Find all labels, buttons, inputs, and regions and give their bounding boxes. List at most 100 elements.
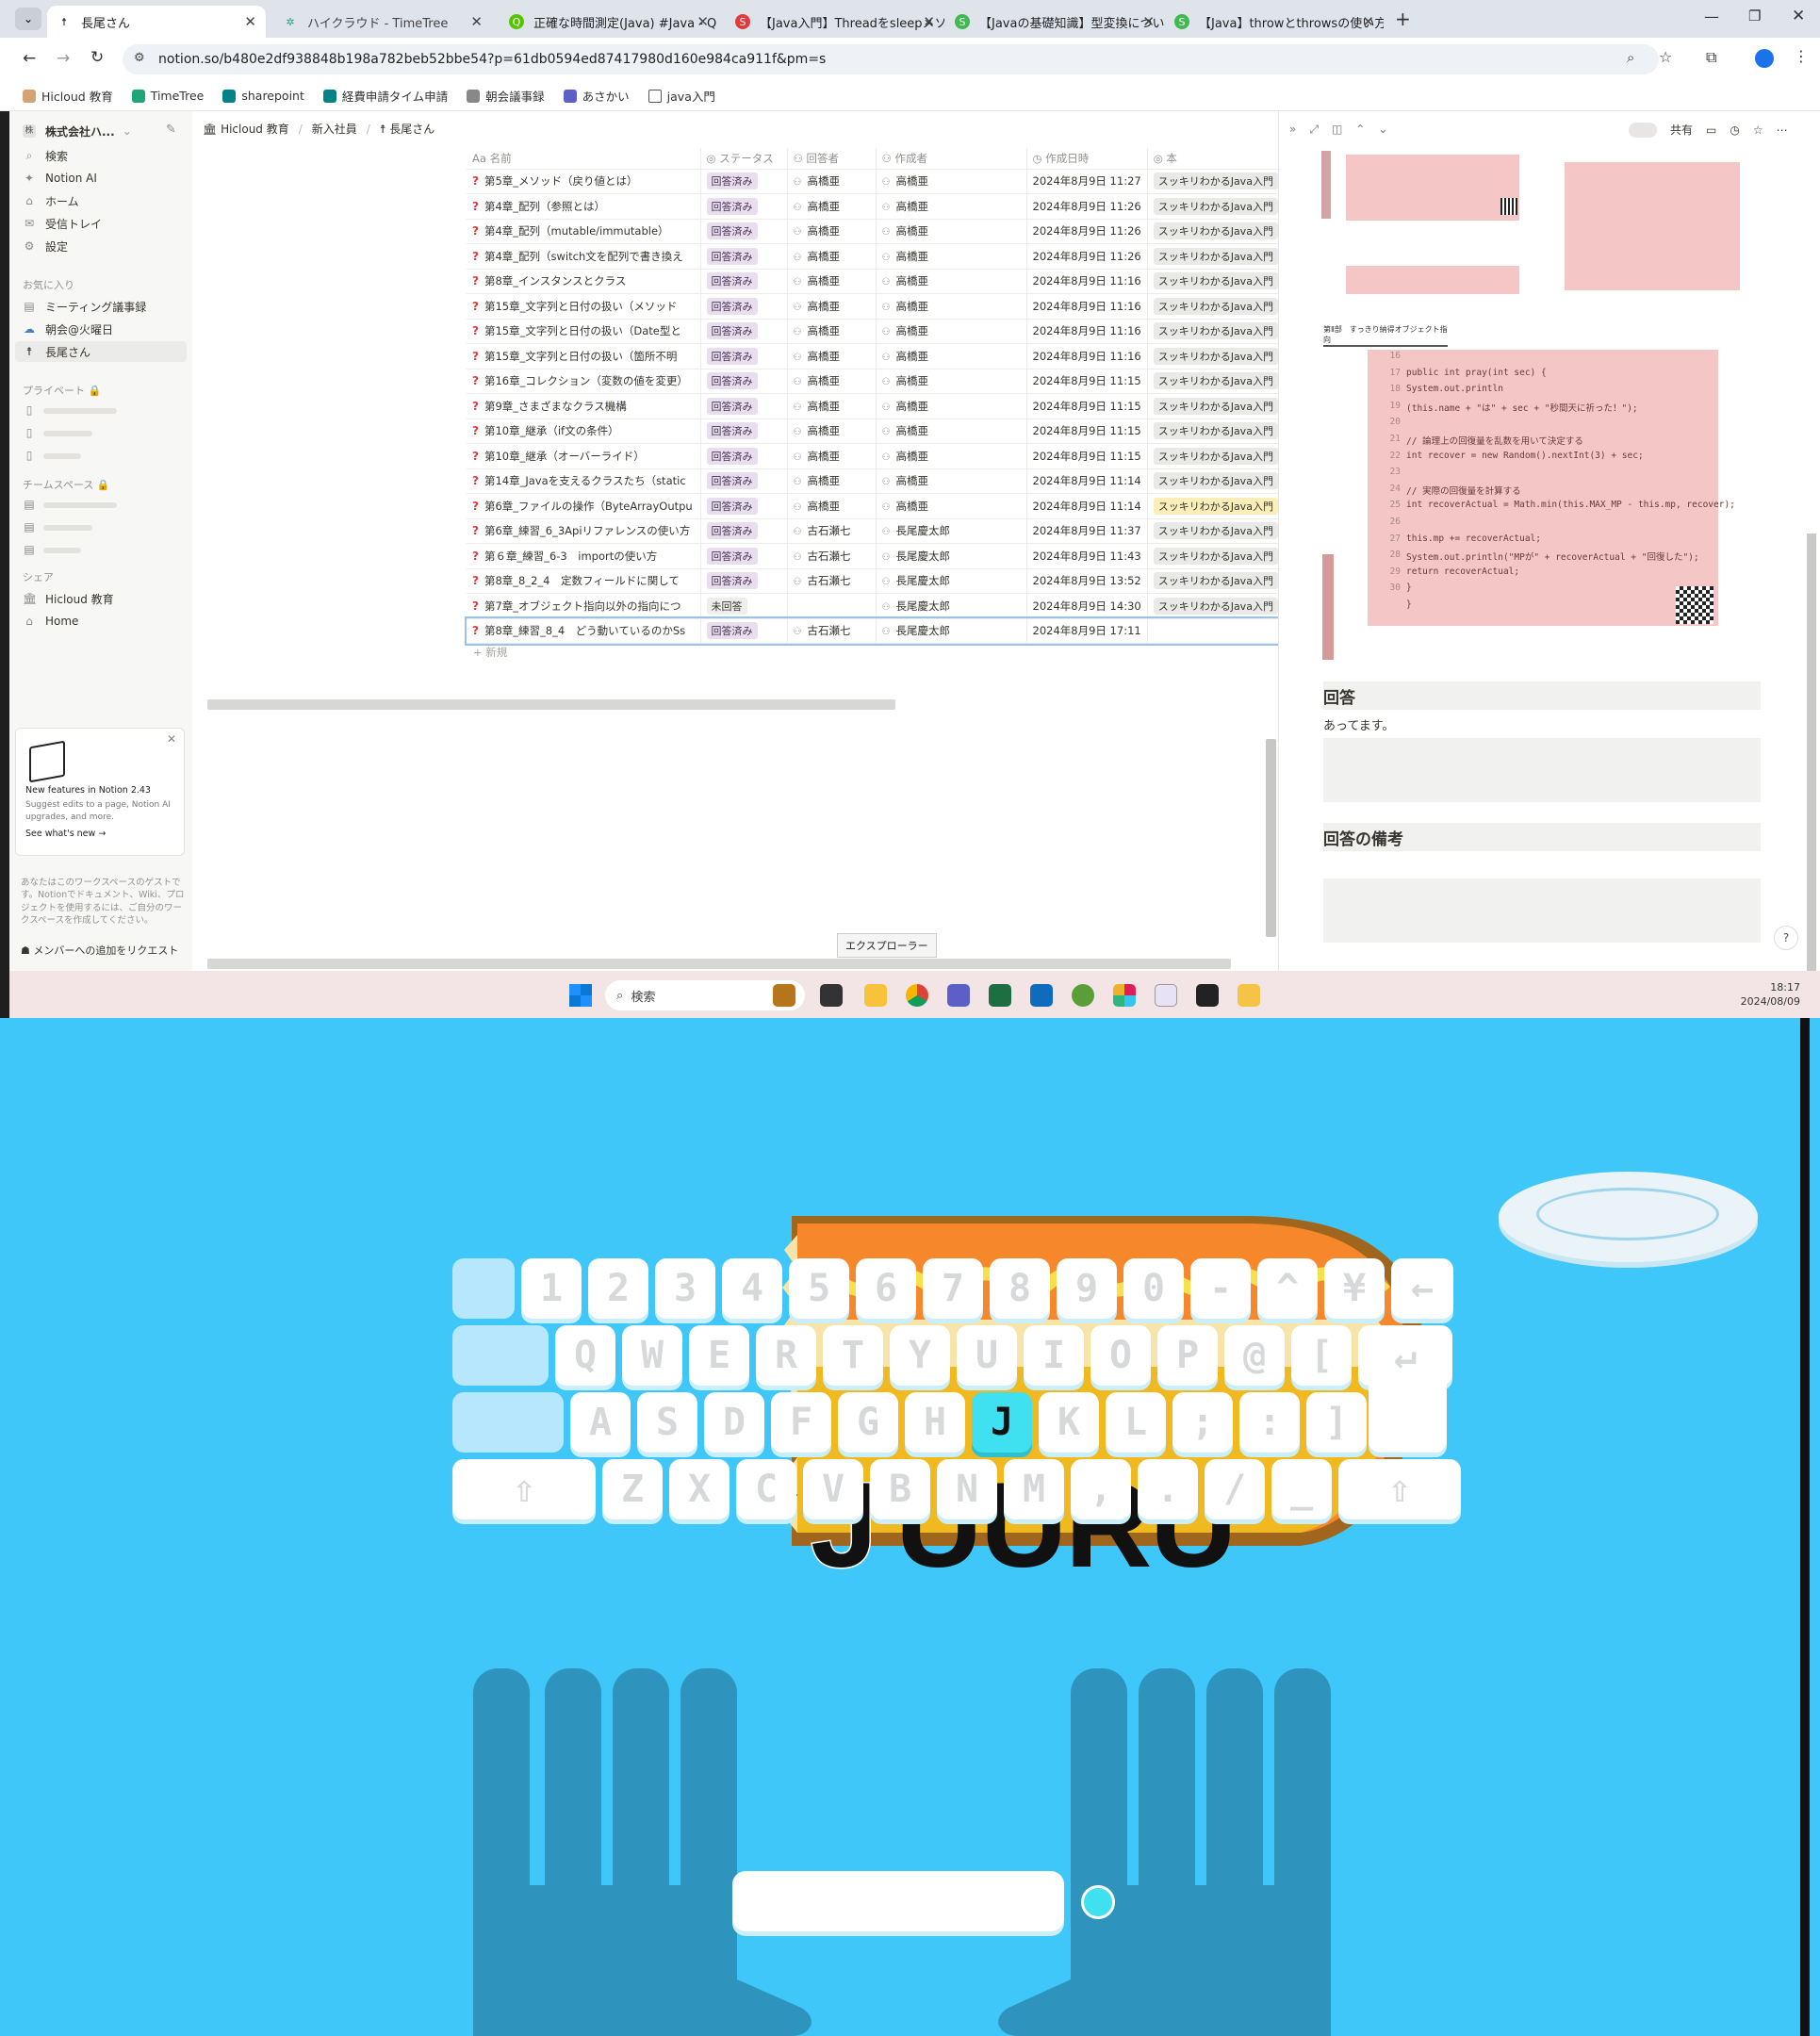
close-icon[interactable]: ✕ [244,13,256,30]
menu-icon[interactable]: ⋮ [1794,47,1809,65]
breadcrumb-item[interactable]: ☨ 長尾さん [380,121,435,137]
table-row[interactable]: ? 第15章_文字列と日付の扱い（箇所不明 回答済み ⚇ 高橋亜 ⚇ 高橋亜 2024年8月9… [467,343,1285,369]
cell-creator[interactable]: ⚇ 高橋亜 [876,493,1027,519]
outlook-icon[interactable] [1030,984,1053,1007]
space-key[interactable] [732,1871,1064,1931]
table-row[interactable]: ? 第６章_練習_6-3 importの使い方 回答済み ⚇ 古石瀬七 ⚇ 長尾慶太郎 202… [467,543,1285,569]
main-v-scrollbar[interactable] [1266,739,1276,937]
cell-creator[interactable]: ⚇ 長尾慶太郎 [876,593,1027,619]
key-J[interactable]: J [972,1392,1032,1453]
new-tab-button[interactable]: + [1395,8,1411,30]
taskview-icon[interactable] [820,984,843,1007]
expand-icon[interactable]: ⤢ [1309,123,1319,137]
zoom-icon[interactable]: ⌕ [1627,49,1634,66]
minimize-button[interactable]: — [1704,8,1719,25]
cell-book[interactable]: スッキリわかるJava入門 [1147,593,1285,619]
key-⇧[interactable]: ⇧ [1338,1459,1461,1519]
prev-page-icon[interactable]: ⌃ [1355,123,1365,137]
cell-creator[interactable]: ⚇ 高橋亜 [876,293,1027,320]
cell-creator[interactable]: ⚇ 長尾慶太郎 [876,568,1027,594]
extensions-icon[interactable]: ⧉ [1706,48,1716,67]
cell-name[interactable]: ? 第8章_練習_8_4 どう動いているのかSs [467,618,701,644]
cell-status[interactable]: 回答済み [700,243,788,270]
breadcrumb-item[interactable]: 🏛 Hicloud 教育 [203,121,289,137]
cell-name[interactable]: ? 第5章_メソッド（戻り値とは） [467,169,701,194]
cell-creator[interactable]: ⚇ 高橋亜 [876,169,1027,194]
cell-creator[interactable]: ⚇ 高橋亜 [876,343,1027,369]
cell-creator[interactable]: ⚇ 高橋亜 [876,319,1027,344]
sidebar-team-page[interactable]: ▤ [23,494,45,515]
sidebar-item-minutes[interactable]: ▤ ミーティング議事録 [23,296,146,317]
close-icon[interactable]: ✕ [470,13,483,30]
tab-search-button[interactable]: ⌄ [15,8,41,30]
sidebar-team-page[interactable]: ▤ [23,517,45,537]
table-h-scrollbar[interactable] [207,699,895,710]
cell-created[interactable]: 2024年8月9日 11:16 [1026,319,1148,344]
key-5[interactable]: 5 [789,1258,849,1319]
answer-callout[interactable] [1323,738,1761,802]
cell-status[interactable]: 未回答 [700,593,788,619]
sidebar-private-page[interactable]: ▯ [23,445,45,466]
sidebar-team-page[interactable]: ▤ [23,539,45,560]
briefcase-icon[interactable] [773,984,795,1007]
cell-created[interactable]: 2024年8月9日 11:15 [1026,393,1148,419]
request-member-button[interactable]: ☗ メンバーへの追加をリクエスト [21,943,178,958]
cell-creator[interactable]: ⚇ 高橋亜 [876,369,1027,394]
cell-answerer[interactable] [787,593,877,619]
history-icon[interactable]: ◷ [1730,123,1739,137]
cell-status[interactable]: 回答済み [700,618,788,644]
sidebar-private-page[interactable]: ▯ [23,422,45,443]
key-,[interactable]: , [1071,1459,1131,1519]
cell-created[interactable]: 2024年8月9日 11:15 [1026,369,1148,394]
tab-6[interactable]: S 【Java】throwとthrowsの使い方を ✕ [1165,6,1384,38]
key-B[interactable]: B [870,1459,930,1519]
breadcrumb-item[interactable]: 新入社員 [312,121,357,137]
cell-book[interactable]: スッキリわかるJava入門 [1147,468,1285,494]
cell-book[interactable]: スッキリわかるJava入門 [1147,443,1285,469]
bookmark-star-icon[interactable]: ☆ [1659,48,1672,66]
cell-answerer[interactable]: ⚇ 古石瀬七 [787,518,877,544]
key-9[interactable]: 9 [1057,1258,1117,1319]
cell-status[interactable]: 回答済み [700,393,788,419]
table-row[interactable]: ? 第9章_さまざまなクラス機構 回答済み ⚇ 高橋亜 ⚇ 高橋亜 2024年8月9日 11:… [467,393,1285,419]
key-0[interactable]: 0 [1123,1258,1184,1319]
cell-status[interactable]: 回答済み [700,369,788,394]
cell-answerer[interactable]: ⚇ 高橋亜 [787,319,877,344]
cell-book[interactable] [1147,618,1285,644]
col-name[interactable]: Aa 名前 [467,148,701,170]
notepad-icon[interactable] [1155,984,1177,1007]
cell-creator[interactable]: ⚇ 長尾慶太郎 [876,618,1027,644]
cell-status[interactable]: 回答済み [700,568,788,594]
cell-status[interactable]: 回答済み [700,343,788,369]
table-row[interactable]: ? 第4章_配列（mutable/immutable） 回答済み ⚇ 高橋亜 ⚇ 高橋亜 20… [467,219,1285,244]
cell-status[interactable]: 回答済み [700,219,788,244]
cell-answerer[interactable]: ⚇ 高橋亜 [787,219,877,244]
cell-status[interactable]: 回答済み [700,468,788,494]
close-icon[interactable]: ✕ [923,13,935,30]
app-icon[interactable] [1072,984,1094,1007]
cell-name[interactable]: ? 第8章_8_2_4 定数フィールドに関して [467,568,701,594]
cell-status[interactable]: 回答済み [700,443,788,469]
cell-created[interactable]: 2024年8月9日 11:16 [1026,269,1148,294]
cell-book[interactable]: スッキリわかるJava入門 [1147,568,1285,594]
cell-status[interactable]: 回答済み [700,269,788,294]
cell-status[interactable]: 回答済み [700,319,788,344]
key-2[interactable]: 2 [588,1258,648,1319]
cell-created[interactable]: 2024年8月9日 11:43 [1026,543,1148,569]
bookmark-asakai[interactable]: あさかい [563,87,630,105]
cell-name[interactable]: ? 第15章_文字列と日付の扱い（Date型と [467,319,701,344]
cell-created[interactable]: 2024年8月9日 11:37 [1026,518,1148,544]
key-←[interactable]: ← [1391,1258,1453,1319]
cell-created[interactable]: 2024年8月9日 11:16 [1026,343,1148,369]
cell-name[interactable]: ? 第7章_オブジェクト指向以外の指向につ [467,593,701,619]
col-creator[interactable]: ⚇ 作成者 [876,148,1027,170]
close-icon[interactable]: ✕ [697,13,709,30]
sidebar-item-home[interactable]: ⌂ Home [23,611,78,632]
cell-creator[interactable]: ⚇ 高橋亜 [876,393,1027,419]
cell-book[interactable]: スッキリわかるJava入門 [1147,169,1285,194]
tab-5[interactable]: S 【Javaの基礎知識】型変換について ✕ [945,6,1164,38]
cell-name[interactable]: ? 第4章_配列（参照とは） [467,193,701,220]
key-1[interactable]: 1 [521,1258,582,1319]
table-row[interactable]: ? 第15章_文字列と日付の扱い（Date型と 回答済み ⚇ 高橋亜 ⚇ 高橋亜 2024年8… [467,319,1285,344]
sidebar-inbox[interactable]: ✉ 受信トレイ [23,213,102,234]
